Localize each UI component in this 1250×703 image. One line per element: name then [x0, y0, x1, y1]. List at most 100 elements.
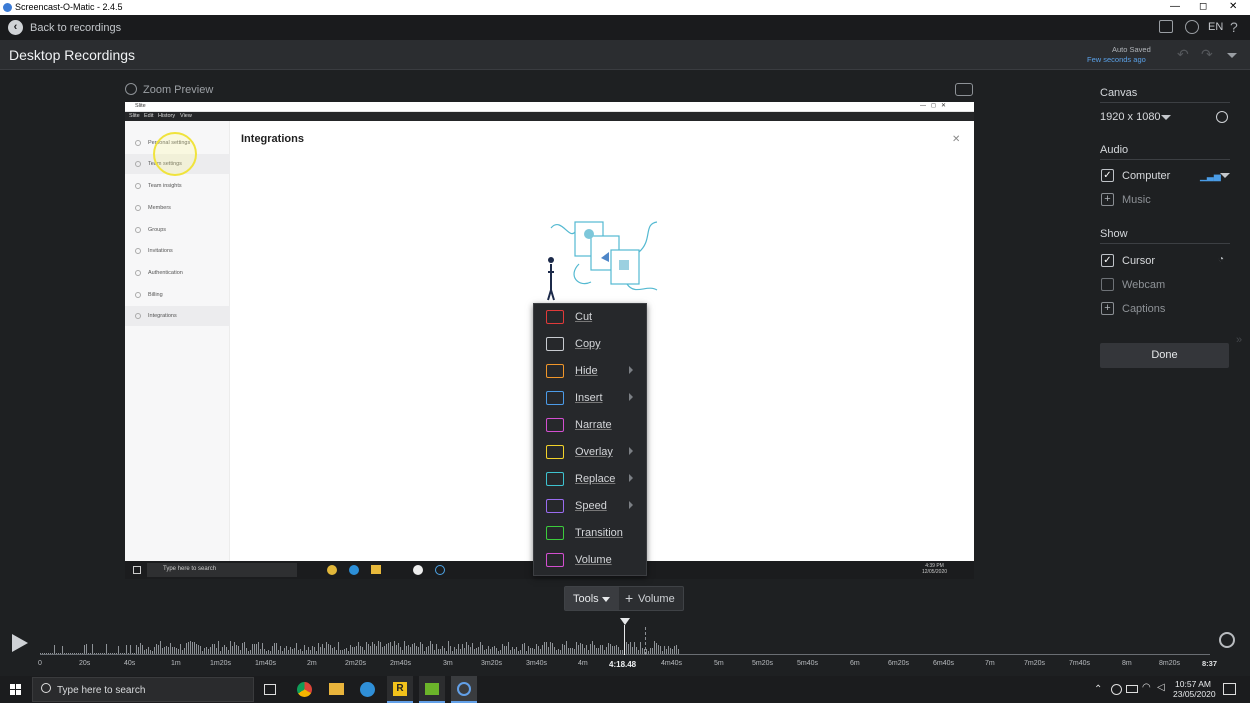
tools-context-menu[interactable]: Cut Copy Hide Insert Narrate Overlay Rep…	[533, 303, 647, 576]
inner-clock-date: 12/05/2020	[922, 569, 948, 575]
waveform-bar	[432, 644, 433, 654]
waveform-bar	[524, 642, 525, 654]
waveform-bar	[600, 645, 601, 654]
add-captions-icon[interactable]: +	[1101, 302, 1114, 315]
zoom-search-icon[interactable]	[125, 83, 137, 95]
menu-item-replace[interactable]: Replace	[534, 466, 646, 493]
add-music-icon[interactable]: +	[1101, 193, 1114, 206]
waveform-bar	[606, 647, 607, 654]
waveform-bar	[550, 641, 551, 654]
playhead[interactable]	[624, 625, 625, 655]
minimize-button[interactable]: —	[1170, 1, 1180, 12]
menu-item-speed[interactable]: Speed	[534, 493, 646, 520]
taskbar-app-recorder[interactable]	[451, 676, 477, 703]
play-icon[interactable]	[12, 634, 28, 652]
maximize-button[interactable]: ◻	[1199, 1, 1207, 12]
file-explorer-icon[interactable]	[329, 683, 344, 695]
waveform-bar	[148, 646, 149, 654]
tray-battery-icon[interactable]	[1126, 685, 1138, 693]
menu-item-copy[interactable]: Copy	[534, 331, 646, 358]
waveform-bar	[516, 647, 517, 654]
nav-bar: ‹ Back to recordings EN ?	[0, 15, 1250, 40]
task-view-icon[interactable]	[264, 684, 276, 695]
undo-icon[interactable]: ↶	[1177, 46, 1189, 63]
tray-wifi-icon[interactable]: ◠	[1142, 682, 1151, 693]
waveform-bar	[408, 644, 409, 654]
tray-location-icon[interactable]	[1111, 684, 1122, 695]
audio-dropdown-icon[interactable]	[1220, 173, 1230, 178]
menu-item-transition[interactable]: Transition	[534, 520, 646, 547]
done-button[interactable]: Done	[1100, 343, 1229, 368]
waveform-bar	[548, 647, 549, 654]
waveform-bar	[442, 645, 443, 654]
auto-saved-label: Auto Saved	[1112, 45, 1151, 54]
inner-menu-item: Slite	[129, 113, 140, 119]
expand-panel-icon[interactable]: »	[1236, 334, 1242, 346]
tray-clock[interactable]: 10:57 AM 23/05/2020	[1173, 679, 1216, 699]
menu-item-volume[interactable]: Volume	[534, 547, 646, 574]
waveform-bar	[506, 645, 507, 654]
waveform-bar	[54, 645, 55, 654]
back-icon[interactable]: ‹	[8, 20, 23, 35]
language-button[interactable]: EN	[1208, 21, 1223, 33]
history-icon[interactable]	[1185, 20, 1199, 34]
cursor-checkbox[interactable]: ✓	[1101, 254, 1114, 267]
chevron-down-icon	[602, 597, 610, 602]
waveform-bar	[222, 647, 223, 654]
taskbar-search-text: Type here to search	[57, 685, 146, 696]
menu-item-narrate[interactable]: Narrate	[534, 412, 646, 439]
zoom-preview-label[interactable]: Zoom Preview	[143, 84, 213, 96]
menu-item-overlay[interactable]: Overlay	[534, 439, 646, 466]
captions-label[interactable]: Captions	[1122, 303, 1165, 315]
waveform-bar	[376, 646, 377, 654]
resolution-dropdown-icon[interactable]	[1161, 115, 1171, 120]
chrome-icon[interactable]	[297, 682, 312, 697]
waveform-bar	[86, 644, 87, 654]
window-titlebar: Screencast-O-Matic - 2.4.5 — ◻ ✕	[0, 0, 1250, 15]
copy-icon	[546, 337, 564, 351]
tick-label: 7m40s	[1069, 660, 1091, 667]
waveform-bar	[536, 643, 537, 654]
waveform-bar	[450, 645, 451, 654]
tray-chevron-up-icon[interactable]: ⌃	[1094, 684, 1102, 695]
menu-item-cut[interactable]: Cut	[534, 304, 646, 331]
computer-audio-checkbox[interactable]: ✓	[1101, 169, 1114, 182]
tray-speaker-icon[interactable]: ◁	[1157, 682, 1165, 693]
taskbar-app-r[interactable]: R	[387, 676, 413, 703]
webcam-checkbox[interactable]	[1101, 278, 1114, 291]
inner-clock: 4:39 PM 12/05/2020	[922, 563, 947, 575]
canvas-color-icon[interactable]	[1216, 111, 1228, 123]
edge-icon[interactable]	[360, 682, 375, 697]
waveform-bar	[188, 642, 189, 654]
taskbar-search-box[interactable]: Type here to search	[32, 677, 254, 702]
tools-button[interactable]: Tools	[565, 587, 619, 610]
header-menu-dropdown-icon[interactable]	[1227, 53, 1237, 58]
camera-icon[interactable]	[955, 83, 973, 96]
action-center-icon[interactable]	[1223, 683, 1236, 695]
redo-icon[interactable]: ↷	[1201, 46, 1213, 63]
menu-item-insert[interactable]: Insert	[534, 385, 646, 412]
windows-start-icon[interactable]	[10, 684, 21, 695]
help-icon[interactable]: ?	[1230, 19, 1238, 35]
cursor-settings-icon[interactable]: ◔	[1218, 254, 1224, 265]
selection-marker	[645, 627, 646, 655]
waveform-bar	[552, 643, 553, 654]
add-volume-button[interactable]: + Volume	[619, 587, 683, 610]
divider	[1100, 243, 1230, 244]
playhead-handle-icon[interactable]	[620, 618, 630, 625]
integrations-illustration	[547, 221, 658, 301]
inner-sidebar-item: Billing	[148, 292, 163, 298]
music-label[interactable]: Music	[1122, 194, 1151, 206]
timeline-zoom-icon[interactable]	[1219, 632, 1235, 648]
inner-recorder-icon	[435, 565, 445, 575]
menu-item-hide[interactable]: Hide	[534, 358, 646, 385]
waveform-bar	[326, 641, 327, 654]
back-to-recordings-link[interactable]: Back to recordings	[30, 22, 121, 34]
menu-item-label: Hide	[575, 365, 598, 377]
inner-menu-item: History	[158, 113, 176, 119]
canvas-resolution-select[interactable]: 1920 x 1080	[1100, 111, 1161, 123]
close-button[interactable]: ✕	[1229, 1, 1237, 12]
waveform-bar	[156, 644, 157, 654]
taskbar-app-nvidia[interactable]	[419, 676, 445, 703]
notifications-icon[interactable]	[1159, 20, 1173, 33]
